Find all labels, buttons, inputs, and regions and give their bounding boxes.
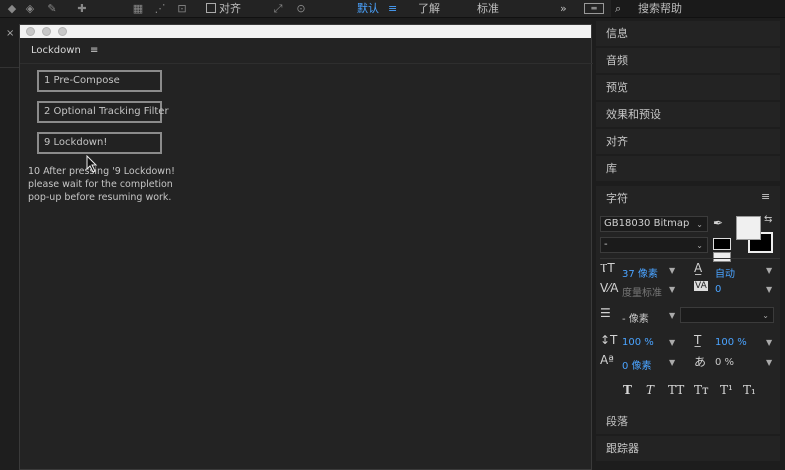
mouse-pointer-icon: [86, 155, 98, 173]
top-toolbar: ◆ ◈ ✎ ✚ ▦ ⋰ ⊡ 对齐 ⤢ ⊙ 默认 ≡ 了解 标准 » ▬ ⌕ 搜索…: [0, 0, 785, 18]
leading-icon: A̲: [694, 261, 703, 275]
all-caps-button[interactable]: TT: [668, 383, 684, 397]
close-icon[interactable]: ×: [6, 28, 14, 39]
window-titlebar[interactable]: [20, 25, 591, 38]
baseline-shift-value[interactable]: 0 像素: [622, 357, 652, 372]
chevron-down-icon[interactable]: ▼: [766, 338, 772, 347]
snap-icon-1[interactable]: ▦: [130, 1, 146, 16]
chevron-down-icon[interactable]: ▼: [669, 285, 675, 294]
search-box[interactable]: ⌕ 搜索帮助: [611, 0, 785, 17]
swap-colors-icon[interactable]: ⇆: [764, 214, 772, 225]
faux-italic-button[interactable]: T: [646, 383, 654, 397]
lockdown-button[interactable]: 9 Lockdown!: [37, 132, 162, 154]
stroke-width-icon: ☰: [600, 306, 611, 320]
superscript-button[interactable]: T¹: [720, 383, 733, 397]
font-size-icon: ⲦT: [600, 261, 615, 275]
eraser-icon[interactable]: ◈: [22, 1, 38, 16]
kerning-value[interactable]: 度量标准: [622, 284, 662, 299]
search-icon: ⌕: [615, 2, 622, 15]
brush-icon[interactable]: ✎: [44, 1, 60, 16]
no-color-swatch[interactable]: [713, 252, 731, 262]
baseline-shift-icon: Aª: [600, 353, 614, 367]
panel-tab-lockdown[interactable]: Lockdown ≡: [31, 45, 98, 56]
small-caps-button[interactable]: Tт: [694, 383, 709, 397]
vertical-scale-icon: ↕T: [600, 333, 618, 347]
black-white-swatch[interactable]: [713, 238, 731, 250]
snap-icon-2[interactable]: ⋰: [152, 1, 168, 16]
chevron-down-icon[interactable]: ▼: [766, 285, 772, 294]
horizontal-scale-icon: T̲: [694, 333, 702, 347]
window-close-button[interactable]: [26, 27, 35, 36]
panel-paragraph[interactable]: 段落: [596, 409, 780, 434]
stroke-width-value[interactable]: - 像素: [622, 310, 649, 325]
panel-layout-icon[interactable]: ▬: [584, 3, 604, 14]
workspace-overflow[interactable]: »: [560, 1, 567, 16]
vertical-scale-value[interactable]: 100 %: [622, 337, 654, 348]
align-checkbox[interactable]: [206, 3, 216, 13]
character-menu-icon[interactable]: ≡: [761, 190, 770, 203]
panel-preview[interactable]: 预览: [596, 75, 780, 100]
snap-icon-3[interactable]: ⊡: [174, 1, 190, 16]
leading-value[interactable]: 自动: [715, 265, 735, 280]
search-input[interactable]: 搜索帮助: [638, 1, 682, 16]
panel-effects-presets[interactable]: 效果和预设: [596, 102, 780, 127]
target-icon[interactable]: ⊙: [293, 1, 309, 16]
puppet-pin-icon[interactable]: ✚: [74, 1, 90, 16]
character-panel-title[interactable]: 字符: [606, 190, 628, 206]
panel-tracker[interactable]: 跟踪器: [596, 436, 780, 461]
left-panel-edge: ×: [0, 18, 19, 470]
panel-menu-icon[interactable]: ≡: [90, 45, 98, 56]
chevron-down-icon[interactable]: ▼: [766, 266, 772, 275]
faux-bold-button[interactable]: T: [623, 383, 632, 397]
panel-align[interactable]: 对齐: [596, 129, 780, 154]
toolbar-icon-a[interactable]: ◆: [4, 1, 20, 16]
chevron-down-icon[interactable]: ▼: [669, 311, 675, 320]
workspace-standard[interactable]: 标准: [477, 1, 499, 16]
workspace-learn[interactable]: 了解: [418, 1, 440, 16]
window-minimize-button[interactable]: [42, 27, 51, 36]
chevron-down-icon[interactable]: ▼: [669, 358, 675, 367]
panel-library[interactable]: 库: [596, 156, 780, 181]
chevron-down-icon: ⌄: [696, 241, 703, 250]
lockdown-window: Lockdown ≡ 1 Pre-Compose 2 Optional Trac…: [19, 24, 593, 470]
kerning-icon: V⁄A: [600, 281, 619, 295]
tracking-icon: VA: [694, 281, 708, 291]
chevron-down-icon: ⌄: [762, 311, 769, 320]
chevron-down-icon[interactable]: ▼: [669, 338, 675, 347]
tsume-value[interactable]: 0 %: [715, 357, 734, 368]
tracking-value[interactable]: 0: [715, 284, 721, 295]
precompose-button[interactable]: 1 Pre-Compose: [37, 70, 162, 92]
subscript-button[interactable]: T₁: [743, 383, 756, 397]
workspace-default[interactable]: 默认: [357, 1, 379, 16]
chevron-down-icon[interactable]: ▼: [766, 358, 772, 367]
workspace-menu-icon[interactable]: ≡: [388, 1, 397, 16]
panel-divider: [20, 63, 593, 64]
panel-audio[interactable]: 音频: [596, 48, 780, 73]
font-size-value[interactable]: 37 像素: [622, 265, 658, 280]
expand-arrows-icon[interactable]: ⤢: [270, 1, 286, 16]
chevron-down-icon: ⌄: [696, 220, 703, 229]
right-panel-stack: 信息 音频 预览 效果和预设 对齐 库 字符 ≡ GB18030 Bitmap …: [596, 18, 785, 470]
character-panel: 字符 ≡ GB18030 Bitmap ⌄ ✒ - ⌄ ⇆ ⲦT 37 像素 ▼…: [596, 186, 780, 409]
optional-tracking-filter-button[interactable]: 2 Optional Tracking Filter: [37, 101, 169, 123]
horizontal-scale-value[interactable]: 100 %: [715, 337, 747, 348]
font-family-select[interactable]: GB18030 Bitmap ⌄: [600, 216, 708, 232]
eyedropper-icon[interactable]: ✒: [713, 216, 723, 230]
chevron-down-icon[interactable]: ▼: [669, 266, 675, 275]
panel-info[interactable]: 信息: [596, 21, 780, 46]
tsume-icon: あ: [694, 355, 707, 369]
stroke-style-select[interactable]: ⌄: [680, 307, 774, 323]
align-toggle[interactable]: 对齐: [206, 1, 241, 16]
instruction-note: 10 After pressing '9 Lockdown! please wa…: [28, 166, 175, 203]
fill-color-swatch[interactable]: [736, 216, 761, 240]
window-zoom-button[interactable]: [58, 27, 67, 36]
font-style-select[interactable]: - ⌄: [600, 237, 708, 253]
